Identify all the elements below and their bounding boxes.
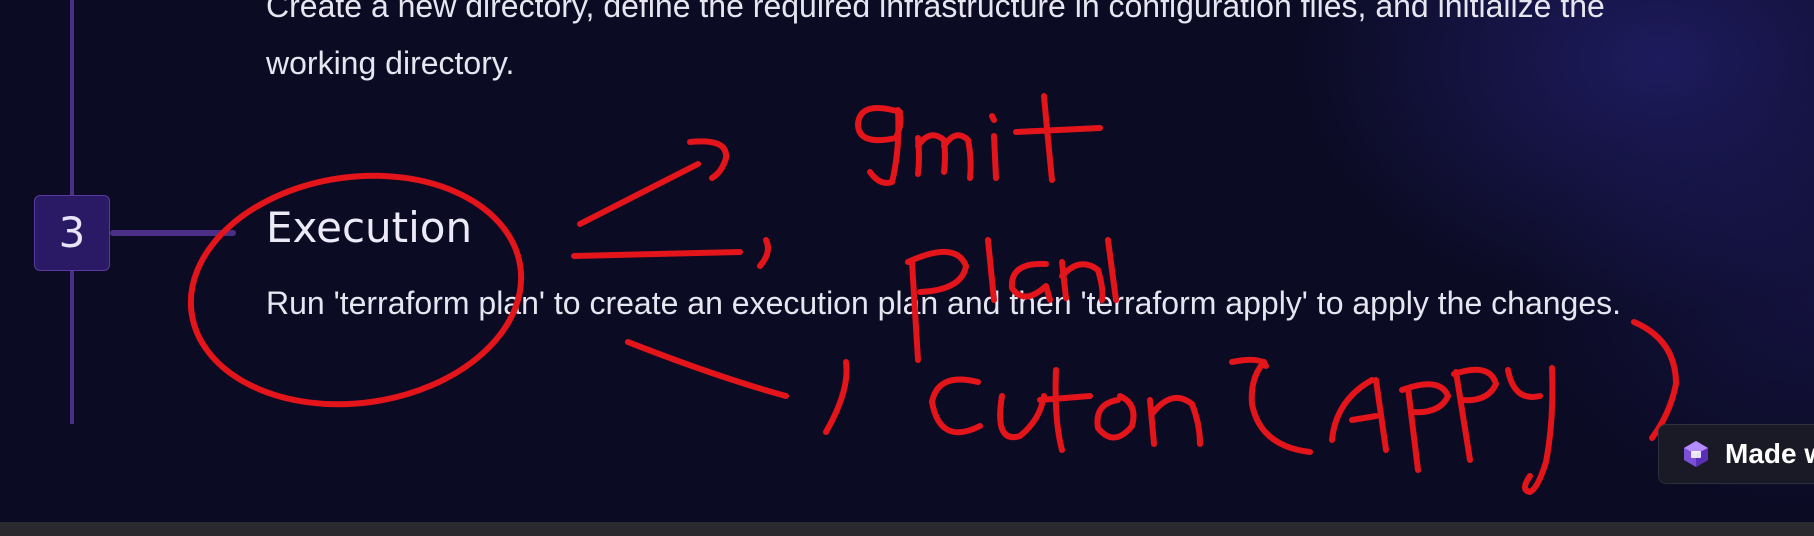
annotation-arrow-middle [571,237,771,269]
bottom-bar [0,522,1814,536]
step-number-badge: 3 [34,195,110,271]
presentation-slide: Create a new directory, define the requi… [0,0,1814,536]
made-with-badge[interactable]: Made w [1658,424,1814,484]
annotation-arrow-up [577,138,730,227]
made-with-label: Made w [1725,438,1814,469]
timeline-connector [110,230,236,236]
annotation-word-action-apply [929,319,1679,495]
step-description: Run 'terraform plan' to create an execut… [266,285,1622,321]
step-title: Execution [266,203,473,252]
previous-step-description: Create a new directory, define the requi… [266,0,1605,81]
gamma-logo-icon [1684,441,1708,467]
annotation-arrow-down [625,339,850,435]
annotation-word-init [855,93,1103,186]
